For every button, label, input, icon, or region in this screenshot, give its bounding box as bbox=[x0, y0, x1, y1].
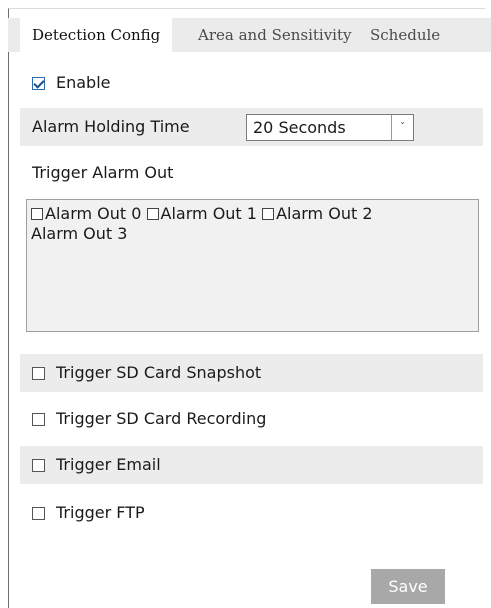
trigger-alarm-out-label: Trigger Alarm Out bbox=[32, 163, 174, 182]
enable-checkbox[interactable] bbox=[32, 77, 45, 90]
alarm-out-checkbox[interactable] bbox=[146, 208, 159, 220]
tab-area-and-sensitivity[interactable]: Area and Sensitivity bbox=[198, 18, 351, 52]
option-row-sd-recording: Trigger SD Card Recording bbox=[20, 400, 483, 438]
alarm-out-item[interactable]: Alarm Out 1 bbox=[146, 204, 257, 223]
alarm-out-list: Alarm Out 0 Alarm Out 1 Alarm Out 2 Alar… bbox=[26, 199, 479, 332]
email-checkbox[interactable] bbox=[32, 459, 45, 472]
tab-schedule[interactable]: Schedule bbox=[370, 18, 440, 52]
alarm-holding-label: Alarm Holding Time bbox=[32, 117, 190, 136]
email-label: Trigger Email bbox=[56, 455, 161, 474]
option-row-sd-snapshot: Trigger SD Card Snapshot bbox=[20, 354, 483, 392]
tab-bar: Detection Config Area and Sensitivity Sc… bbox=[8, 18, 491, 52]
ftp-checkbox[interactable] bbox=[32, 507, 45, 520]
alarm-holding-value: 20 Seconds bbox=[253, 118, 346, 137]
alarm-out-item[interactable]: Alarm Out 0 bbox=[31, 204, 141, 223]
alarm-out-label: Alarm Out 2 bbox=[276, 204, 373, 223]
enable-row: Enable bbox=[20, 64, 483, 102]
sd-recording-checkbox[interactable] bbox=[32, 413, 45, 426]
alarm-out-label: Alarm Out 3 bbox=[31, 224, 128, 243]
enable-label: Enable bbox=[56, 73, 111, 92]
sd-snapshot-label: Trigger SD Card Snapshot bbox=[56, 363, 262, 382]
alarm-out-checkbox[interactable] bbox=[31, 208, 43, 220]
tab-detection-config[interactable]: Detection Config bbox=[20, 18, 173, 52]
sd-recording-label: Trigger SD Card Recording bbox=[56, 409, 267, 428]
option-row-ftp: Trigger FTP bbox=[20, 494, 483, 532]
trigger-alarm-out-row: Trigger Alarm Out bbox=[20, 154, 483, 192]
save-button[interactable]: Save bbox=[371, 569, 445, 604]
sd-snapshot-checkbox[interactable] bbox=[32, 367, 45, 380]
alarm-out-item[interactable]: Alarm Out 2 bbox=[262, 204, 373, 223]
chevron-down-icon[interactable]: ˇ bbox=[391, 115, 413, 140]
alarm-holding-select[interactable]: 20 Seconds ˇ bbox=[246, 114, 414, 141]
ftp-label: Trigger FTP bbox=[56, 503, 145, 522]
option-row-email: Trigger Email bbox=[20, 446, 483, 484]
alarm-out-label: Alarm Out 0 bbox=[45, 204, 142, 223]
alarm-out-label: Alarm Out 1 bbox=[160, 204, 257, 223]
alarm-out-checkbox[interactable] bbox=[262, 208, 275, 220]
alarm-holding-row: Alarm Holding Time 20 Seconds ˇ bbox=[20, 108, 483, 146]
